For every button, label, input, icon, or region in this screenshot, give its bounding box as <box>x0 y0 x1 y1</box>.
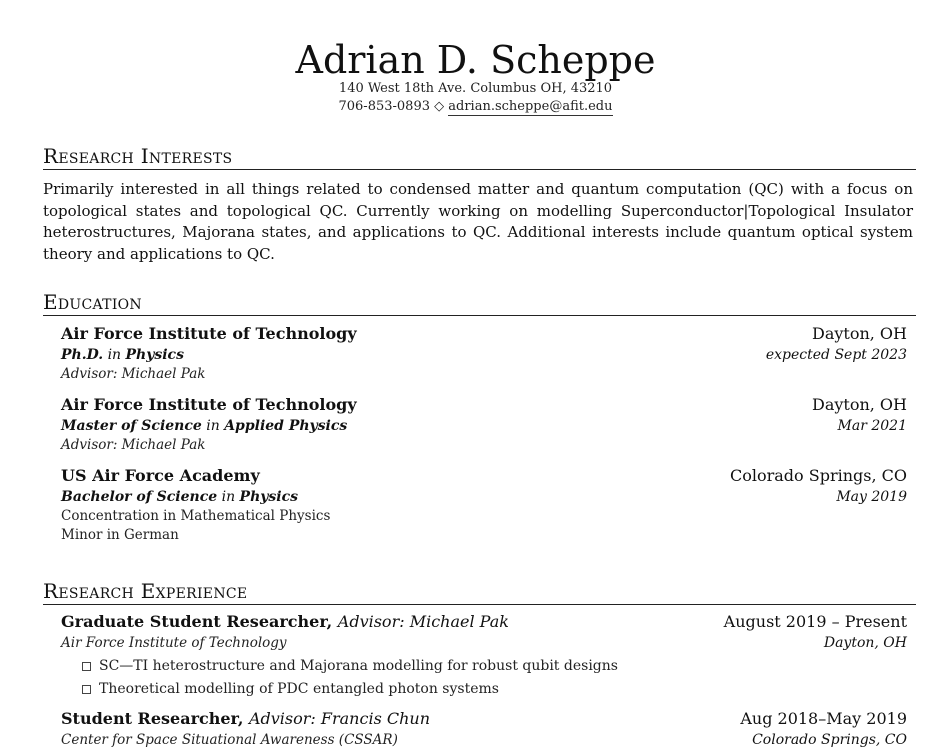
contact-line: 706-853-0893 ◇ adrian.scheppe@afit.edu <box>0 99 951 116</box>
education-entry: US Air Force Academy Colorado Springs, C… <box>61 465 907 545</box>
education-date: expected Sept 2023 <box>765 347 907 363</box>
education-field: Physics <box>239 489 298 505</box>
list-item: SC—TI heterostructure and Majorana model… <box>82 655 907 678</box>
education-note: Minor in German <box>61 527 179 543</box>
education-field: Applied Physics <box>224 418 348 434</box>
experience-entry: Graduate Student Researcher, Advisor: Mi… <box>61 611 907 701</box>
experience-organization: Air Force Institute of Technology <box>61 635 287 651</box>
research-interests-text: Primarily interested in all things relat… <box>43 180 913 263</box>
education-degree: Master of Science <box>61 418 202 434</box>
square-bullet-icon <box>82 685 91 694</box>
education-degree-line: Bachelor of Science in Physics <box>61 489 298 505</box>
experience-bullet-list: SC—TI heterostructure and Majorana model… <box>61 655 907 701</box>
education-date: Mar 2021 <box>837 418 907 434</box>
education-institution: US Air Force Academy <box>61 466 260 485</box>
education-degree-line: Ph.D. in Physics <box>61 347 184 363</box>
education-location: Colorado Springs, CO <box>729 466 907 485</box>
section-title-research-experience: Research Experience <box>43 579 916 605</box>
education-entry: Air Force Institute of Technology Dayton… <box>61 394 907 455</box>
experience-location: Dayton, OH <box>823 635 907 651</box>
education-institution: Air Force Institute of Technology <box>61 395 357 414</box>
contact-phone: 706-853-0893 <box>338 99 430 114</box>
experience-advisor: Advisor: Francis Chun <box>248 709 431 728</box>
education-location: Dayton, OH <box>811 395 907 414</box>
education-entry: Air Force Institute of Technology Dayton… <box>61 323 907 384</box>
experience-role: Graduate Student Researcher, <box>61 612 333 631</box>
education-date: May 2019 <box>836 489 907 505</box>
diamond-separator-icon: ◇ <box>434 99 445 114</box>
experience-advisor: Advisor: Michael Pak <box>337 612 509 631</box>
education-degree-line: Master of Science in Applied Physics <box>61 418 348 434</box>
section-title-education: Education <box>43 290 916 316</box>
experience-role: Student Researcher, <box>61 709 244 728</box>
education-degree: Bachelor of Science <box>61 489 218 505</box>
section-title-research-interests: Research Interests <box>43 144 916 170</box>
experience-role-line: Graduate Student Researcher, Advisor: Mi… <box>61 611 509 633</box>
cv-page: Adrian D. Scheppe 140 West 18th Ave. Col… <box>0 0 951 748</box>
experience-organization: Center for Space Situational Awareness (… <box>61 732 398 748</box>
experience-dates: Aug 2018–May 2019 <box>740 709 907 728</box>
square-bullet-icon <box>82 662 91 671</box>
education-note: Concentration in Mathematical Physics <box>61 508 331 524</box>
experience-location: Colorado Springs, CO <box>752 732 907 748</box>
education-location: Dayton, OH <box>811 324 907 343</box>
contact-email-link[interactable]: adrian.scheppe@afit.edu <box>448 99 613 116</box>
list-item: Theoretical modelling of PDC entangled p… <box>82 678 907 701</box>
experience-role-line: Student Researcher, Advisor: Francis Chu… <box>61 708 430 730</box>
education-note: Advisor: Michael Pak <box>61 437 206 453</box>
experience-dates: August 2019 – Present <box>723 612 907 631</box>
education-note: Advisor: Michael Pak <box>61 366 206 382</box>
experience-entry: Student Researcher, Advisor: Francis Chu… <box>61 708 907 750</box>
education-degree: Ph.D. <box>61 347 104 363</box>
contact-address: 140 West 18th Ave. Columbus OH, 43210 <box>338 81 613 96</box>
education-institution: Air Force Institute of Technology <box>61 324 357 343</box>
cv-name: Adrian D. Scheppe <box>295 38 656 82</box>
education-field: Physics <box>125 347 184 363</box>
